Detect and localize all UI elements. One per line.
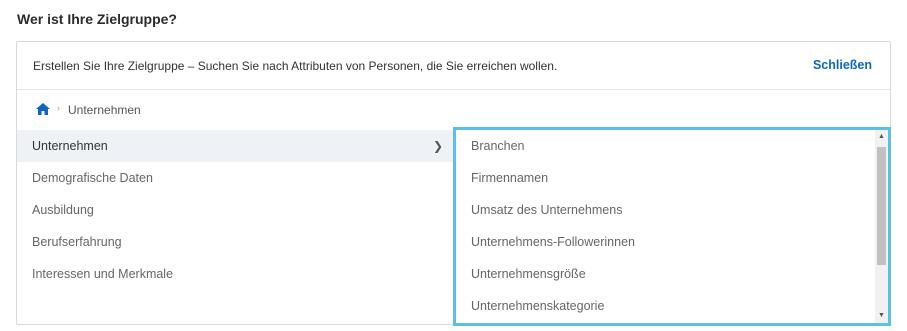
scroll-up-arrow-icon[interactable]: ▲ bbox=[875, 130, 888, 144]
breadcrumb: › Unternehmen bbox=[17, 90, 890, 131]
category-label: Unternehmen bbox=[32, 139, 108, 153]
subcategory-item[interactable]: Unternehmenskategorie bbox=[456, 290, 874, 322]
category-item-berufserfahrung[interactable]: Berufserfahrung bbox=[17, 226, 453, 258]
category-item-unternehmen[interactable]: Unternehmen ❯ bbox=[17, 130, 453, 162]
category-list: Unternehmen ❯ Demografische Daten Ausbil… bbox=[17, 130, 453, 290]
subcategory-item[interactable]: Unternehmens-Followerinnen bbox=[456, 226, 874, 258]
breadcrumb-separator: › bbox=[57, 103, 60, 113]
category-label: Demografische Daten bbox=[32, 171, 153, 185]
breadcrumb-current: Unternehmen bbox=[68, 103, 141, 117]
scrollbar-thumb[interactable] bbox=[877, 147, 886, 265]
subcategory-item[interactable]: Umsatz des Unternehmens bbox=[456, 194, 874, 226]
home-icon[interactable] bbox=[35, 102, 51, 116]
panel-description: Erstellen Sie Ihre Zielgruppe – Suchen S… bbox=[33, 59, 558, 73]
scrollbar[interactable]: ▲ ▼ bbox=[875, 130, 888, 323]
category-label: Ausbildung bbox=[32, 203, 94, 217]
subcategory-panel: Branchen Firmennamen Umsatz des Unterneh… bbox=[453, 127, 891, 326]
close-button[interactable]: Schließen bbox=[813, 58, 872, 72]
subcategory-item[interactable]: Unternehmensgröße bbox=[456, 258, 874, 290]
category-item-ausbildung[interactable]: Ausbildung bbox=[17, 194, 453, 226]
subcategory-list: Branchen Firmennamen Umsatz des Unterneh… bbox=[456, 130, 874, 322]
panel-header: Erstellen Sie Ihre Zielgruppe – Suchen S… bbox=[17, 42, 890, 90]
section-heading: Wer ist Ihre Zielgruppe? bbox=[17, 11, 177, 27]
subcategory-item[interactable]: Firmennamen bbox=[456, 162, 874, 194]
subcategory-item[interactable]: Branchen bbox=[456, 130, 874, 162]
category-label: Berufserfahrung bbox=[32, 235, 122, 249]
category-label: Interessen und Merkmale bbox=[32, 267, 174, 281]
chevron-right-icon: ❯ bbox=[432, 139, 443, 153]
category-item-demografische-daten[interactable]: Demografische Daten bbox=[17, 162, 453, 194]
scroll-down-arrow-icon[interactable]: ▼ bbox=[875, 309, 888, 323]
category-item-interessen[interactable]: Interessen und Merkmale bbox=[17, 258, 453, 290]
